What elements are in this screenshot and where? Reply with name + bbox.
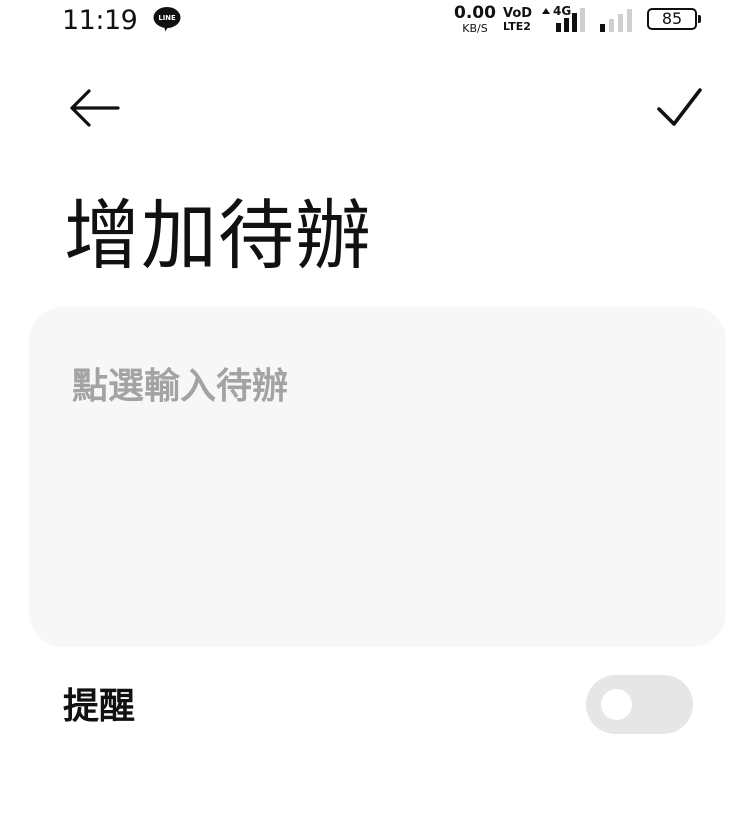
reminder-label: 提醒: [63, 686, 136, 727]
network-type-label: 4G: [553, 4, 572, 18]
volte-label-top: VoD: [503, 6, 533, 21]
battery-icon: 85: [647, 8, 697, 30]
signal-strength-sim1-icon: 4G: [540, 5, 592, 33]
network-speed-value: 0.00: [454, 3, 496, 23]
signal-strength-sim2-icon: [598, 5, 638, 33]
volte-label-bottom: LTE2: [503, 20, 531, 33]
arrow-left-icon: [70, 89, 120, 127]
battery-tip: [698, 15, 701, 23]
page-title: 增加待辦: [64, 191, 372, 280]
toggle-knob: [601, 689, 632, 720]
status-bar: 11:19 LINE 0.00 KB/S VoD LTE2 4G 85: [0, 0, 756, 42]
checkmark-icon: [657, 88, 702, 126]
back-button[interactable]: [62, 80, 124, 136]
battery-level: 85: [661, 9, 683, 28]
network-speed-unit: KB/S: [462, 22, 488, 35]
add-todo-screen: 11:19 LINE 0.00 KB/S VoD LTE2 4G 85 增加待辦…: [0, 0, 756, 836]
line-app-icon: LINE: [152, 6, 182, 32]
todo-input[interactable]: [72, 357, 682, 607]
network-speed-indicator: 0.00 KB/S: [454, 3, 496, 35]
svg-text:LINE: LINE: [158, 14, 176, 22]
todo-input-card: [29, 307, 726, 647]
status-time: 11:19: [62, 5, 138, 36]
reminder-toggle[interactable]: [586, 675, 693, 734]
confirm-button[interactable]: [648, 80, 710, 136]
volte-indicator: VoD LTE2: [503, 7, 535, 32]
